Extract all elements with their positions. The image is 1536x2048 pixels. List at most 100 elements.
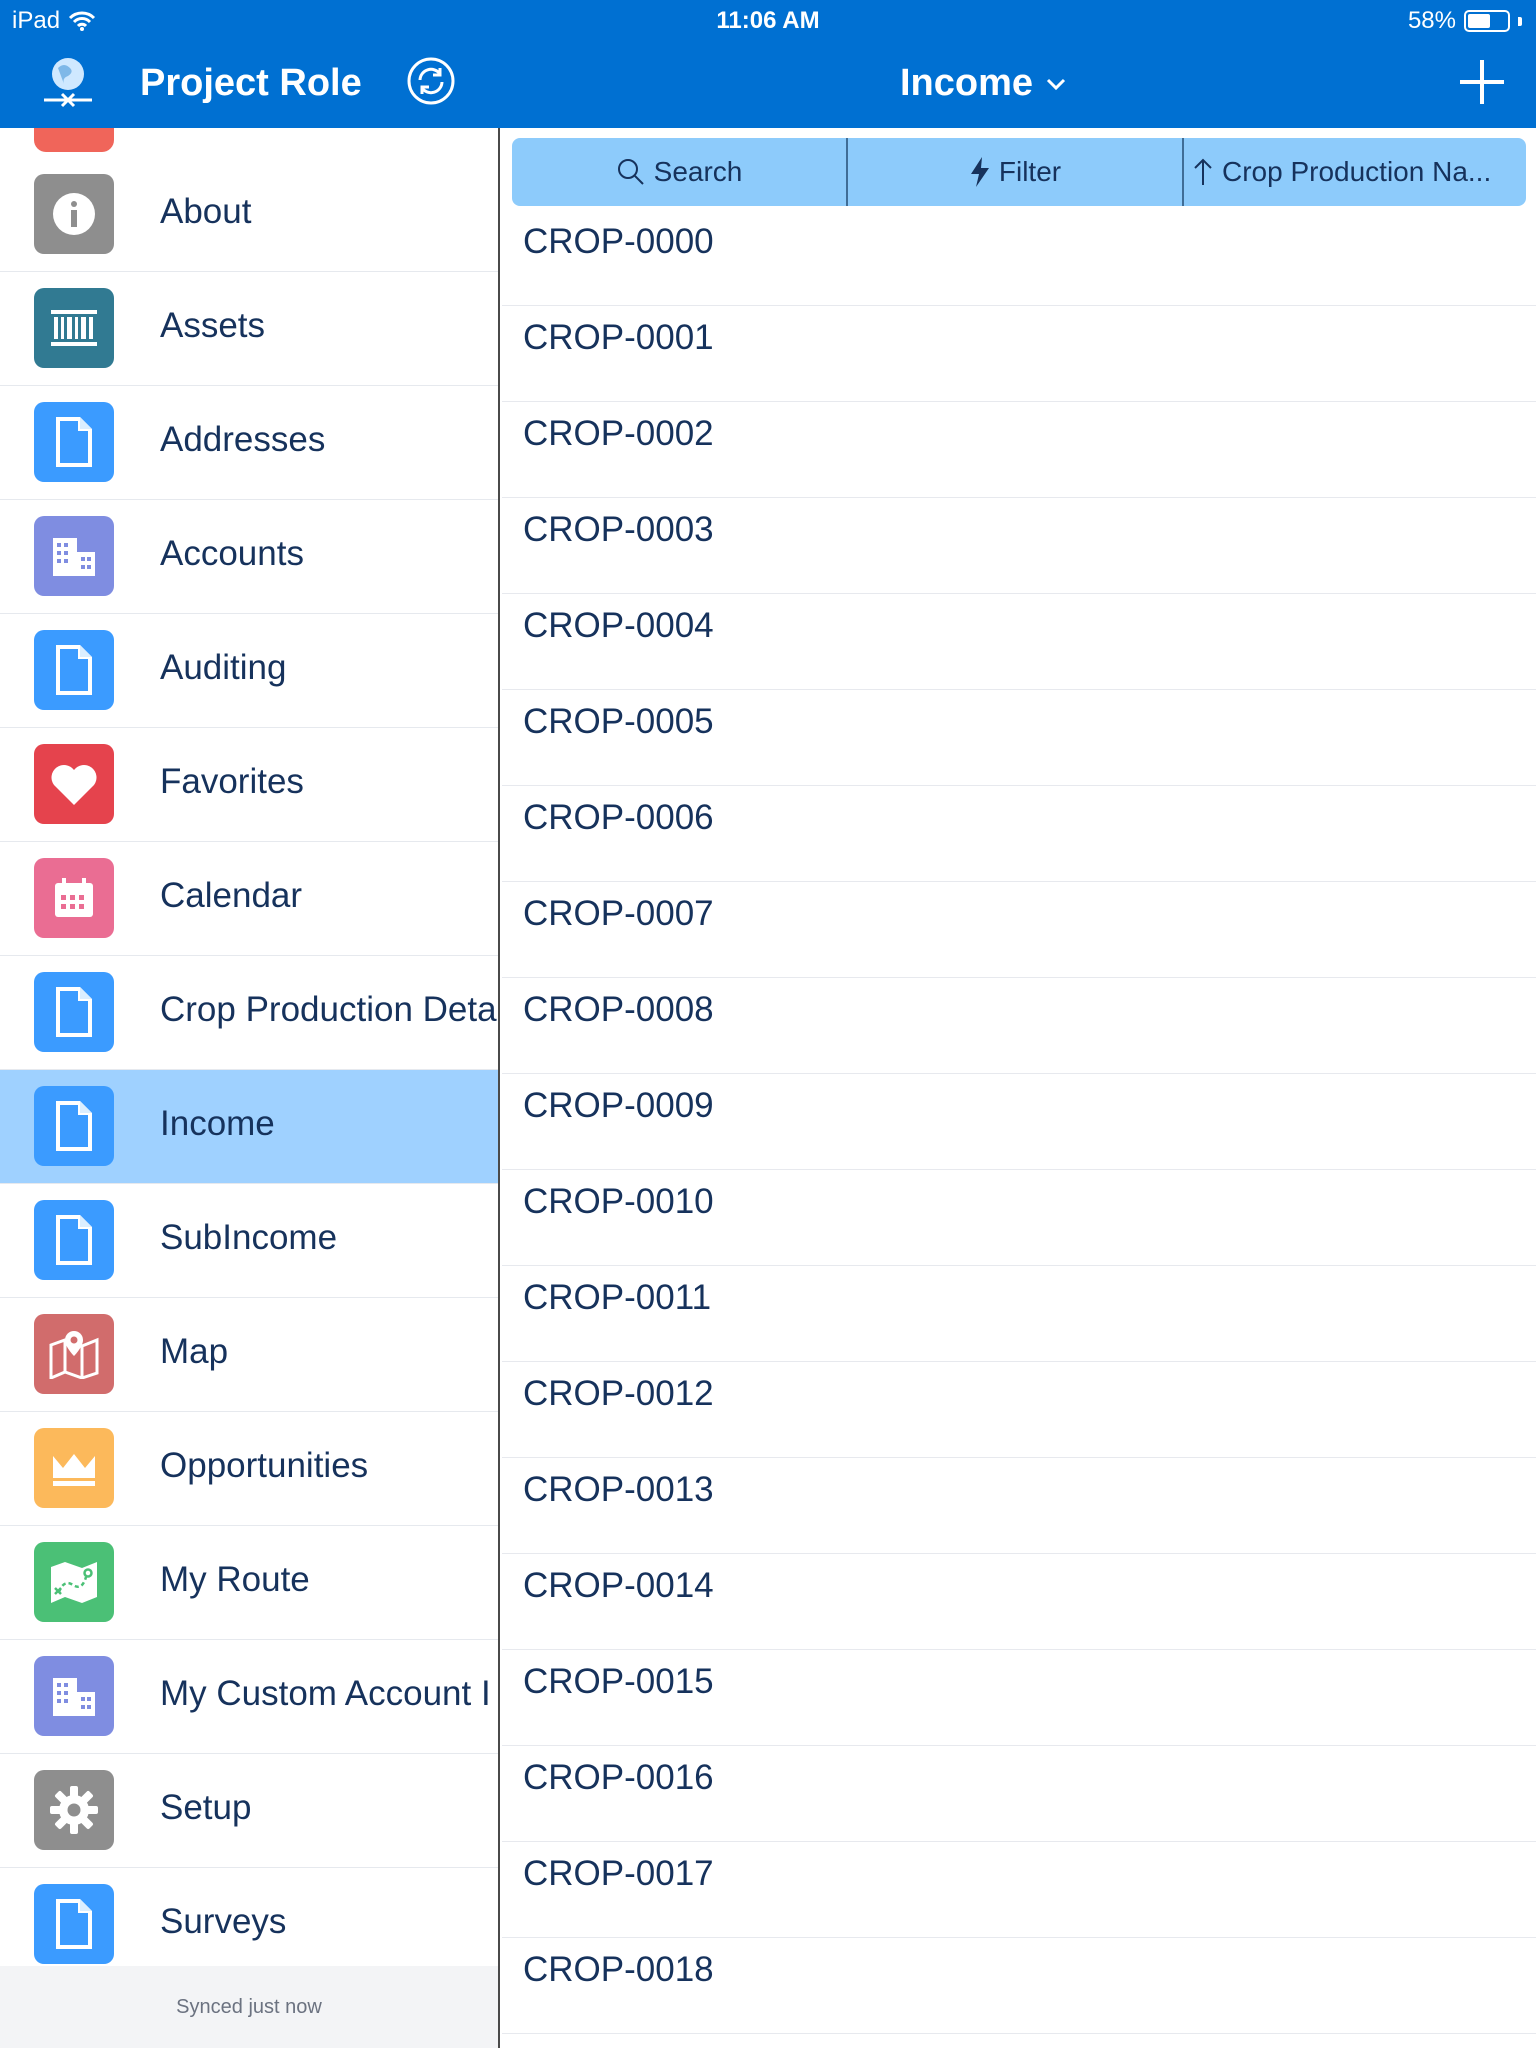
sidebar-item-income[interactable]: Income (0, 1070, 498, 1184)
document-icon (34, 1200, 114, 1280)
list-item[interactable]: CROP-0000 (502, 210, 1536, 306)
map-icon (34, 1314, 114, 1394)
plus-icon[interactable] (1456, 56, 1508, 108)
record-name: CROP-0011 (523, 1278, 712, 1317)
sidebar-item-crop-production-deta[interactable]: Crop Production Deta (0, 956, 498, 1070)
clock: 11:06 AM (716, 7, 820, 34)
sidebar-item-my-custom-account-i[interactable]: My Custom Account I (0, 1640, 498, 1754)
arrow-up-icon (1194, 158, 1212, 185)
sort-label: Crop Production Na... (1222, 156, 1492, 187)
list-item[interactable]: CROP-0011 (502, 1266, 1536, 1362)
globe-logo-icon[interactable] (38, 52, 98, 112)
record-name: CROP-0009 (523, 1086, 714, 1125)
sort-button[interactable]: Crop Production Na... (1184, 138, 1526, 206)
partial-menu-icon[interactable] (34, 128, 114, 152)
sidebar-item-my-route[interactable]: My Route (0, 1526, 498, 1640)
list-item[interactable]: CROP-0016 (502, 1746, 1536, 1842)
sidebar-item-setup[interactable]: Setup (0, 1754, 498, 1868)
record-name: CROP-0006 (523, 798, 714, 837)
search-icon (617, 159, 644, 185)
record-name: CROP-0008 (523, 990, 714, 1029)
search-label: Search (653, 156, 743, 187)
record-name: CROP-0000 (523, 222, 714, 261)
list-item[interactable]: CROP-0018 (502, 1938, 1536, 2034)
building-icon (34, 1656, 114, 1736)
list-item[interactable]: CROP-0006 (502, 786, 1536, 882)
list-item[interactable]: CROP-0005 (502, 690, 1536, 786)
sidebar-item-label: Income (160, 1104, 275, 1143)
sidebar-item-accounts[interactable]: Accounts (0, 500, 498, 614)
list-item[interactable]: CROP-0012 (502, 1362, 1536, 1458)
search-button[interactable]: Search (512, 138, 848, 206)
document-icon (34, 1884, 114, 1964)
list-item[interactable]: CROP-0010 (502, 1170, 1536, 1266)
heart-icon (34, 744, 114, 824)
record-list: CROP-0000 CROP-0001 CROP-0002 CROP-0003 CROP… (502, 210, 1536, 2034)
sync-status: Synced just now (0, 1966, 498, 2048)
sidebar-item-assets[interactable]: Assets (0, 272, 498, 386)
list-item[interactable]: CROP-0014 (502, 1554, 1536, 1650)
status-bar: iPad 11:06 AM 58% (0, 0, 1536, 40)
gear-icon (34, 1770, 114, 1850)
sidebar-item-surveys[interactable]: Surveys (0, 1868, 498, 1982)
top-bar: iPad 11:06 AM 58% Project Role Income (0, 0, 1536, 128)
sidebar-item-addresses[interactable]: Addresses (0, 386, 498, 500)
list-item[interactable]: CROP-0003 (502, 498, 1536, 594)
list-item[interactable]: CROP-0004 (502, 594, 1536, 690)
record-name: CROP-0002 (523, 414, 714, 453)
record-name: CROP-0017 (523, 1854, 714, 1893)
sidebar-item-calendar[interactable]: Calendar (0, 842, 498, 956)
object-selector[interactable]: Income (900, 62, 1067, 105)
sidebar-item-label: Map (160, 1332, 229, 1371)
sidebar-item-auditing[interactable]: Auditing (0, 614, 498, 728)
battery-percent: 58% (1407, 7, 1456, 34)
sidebar-item-label: Crop Production Deta (160, 990, 497, 1029)
record-name: CROP-0001 (523, 318, 714, 357)
record-name: CROP-0005 (523, 702, 714, 741)
object-title: Income (900, 62, 1034, 104)
record-name: CROP-0015 (523, 1662, 714, 1701)
barcode-icon (34, 288, 114, 368)
document-icon (34, 1086, 114, 1166)
record-name: CROP-0016 (523, 1758, 714, 1797)
sidebar-item-label: My Route (160, 1560, 310, 1599)
list-item[interactable]: CROP-0015 (502, 1650, 1536, 1746)
sidebar-item-map[interactable]: Map (0, 1298, 498, 1412)
filter-button[interactable]: Filter (848, 138, 1184, 206)
record-name: CROP-0018 (523, 1950, 714, 1989)
sidebar: About Assets Addresses Accounts Auditing Favo… (0, 128, 500, 2048)
lightning-icon (970, 157, 989, 187)
sidebar-item-subincome[interactable]: SubIncome (0, 1184, 498, 1298)
list-item[interactable]: CROP-0001 (502, 306, 1536, 402)
list-item[interactable]: CROP-0008 (502, 978, 1536, 1074)
record-name: CROP-0003 (523, 510, 714, 549)
sidebar-item-about[interactable]: About (0, 158, 498, 272)
document-icon (34, 402, 114, 482)
record-name: CROP-0004 (523, 606, 714, 645)
record-name: CROP-0013 (523, 1470, 714, 1509)
record-name: CROP-0010 (523, 1182, 714, 1221)
route-icon (34, 1542, 114, 1622)
sync-icon[interactable] (406, 56, 456, 106)
sidebar-item-label: About (160, 192, 252, 231)
sidebar-item-favorites[interactable]: Favorites (0, 728, 498, 842)
app-title: Project Role (140, 62, 362, 104)
document-icon (34, 972, 114, 1052)
sidebar-item-label: Favorites (160, 762, 304, 801)
sidebar-item-opportunities[interactable]: Opportunities (0, 1412, 498, 1526)
list-item[interactable]: CROP-0007 (502, 882, 1536, 978)
crown-icon (34, 1428, 114, 1508)
sidebar-item-label: Addresses (160, 420, 326, 459)
sidebar-menu: About Assets Addresses Accounts Auditing Favo… (0, 158, 498, 1982)
list-item[interactable]: CROP-0002 (502, 402, 1536, 498)
battery-icon (1464, 10, 1510, 32)
filter-label: Filter (998, 156, 1062, 187)
list-item[interactable]: CROP-0013 (502, 1458, 1536, 1554)
calendar-icon (34, 858, 114, 938)
sidebar-item-label: SubIncome (160, 1218, 338, 1257)
sidebar-item-label: My Custom Account I (160, 1674, 491, 1713)
building-icon (34, 516, 114, 596)
list-item[interactable]: CROP-0017 (502, 1842, 1536, 1938)
record-name: CROP-0014 (523, 1566, 714, 1605)
list-item[interactable]: CROP-0009 (502, 1074, 1536, 1170)
